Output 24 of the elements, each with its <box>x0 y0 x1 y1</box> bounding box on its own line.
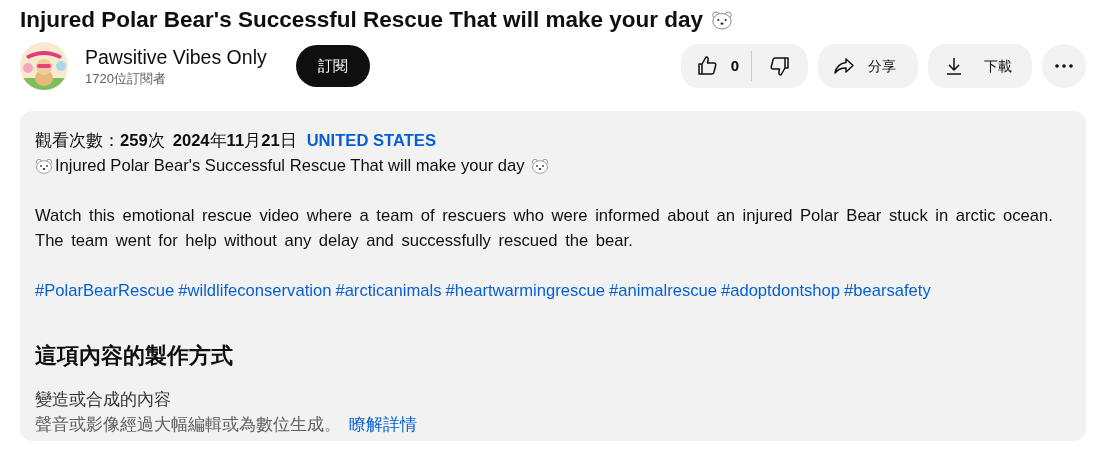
subscribe-button[interactable]: 訂閱 <box>295 45 370 87</box>
upload-date: 2024年11月21日 <box>172 130 297 152</box>
view-count: 觀看次數：259次 <box>35 130 165 152</box>
content-label: 變造或合成的內容 <box>35 389 172 412</box>
like-button[interactable]: 0 <box>680 44 751 88</box>
learn-more-link[interactable]: 瞭解詳情 <box>349 412 417 438</box>
hashtag-link[interactable]: #animalrescue <box>609 278 717 303</box>
description-paragraph: Watch this emotional rescue video where a team of rescuers who were informed about an injured Polar Bear stuck in arctic ocean. The team went for help without any delay and successfully rescued the bear. <box>35 205 1054 252</box>
hashtag-link[interactable]: #wildlifeconservation <box>178 278 332 303</box>
hashtag-link[interactable]: #bearsafety <box>844 278 931 303</box>
hashtag-link[interactable]: #PolarBearRescue <box>35 278 175 303</box>
location-link[interactable]: UNITED STATES <box>306 128 436 153</box>
download-button[interactable]: 下載 <box>928 44 1032 88</box>
section-heading: 這項內容的製作方式 <box>35 343 234 370</box>
share-button[interactable]: 分享 <box>818 44 918 88</box>
description-headline: Injured Polar Bear's Successful Rescue That will make your day <box>55 155 525 177</box>
subscriber-count: 1720位訂閱者 <box>85 70 167 88</box>
video-title: Injured Polar Bear's Successful Rescue That will make your day <box>20 6 704 34</box>
disclosure-text: 聲音或影像經過大幅編輯或為數位生成。 <box>35 414 341 437</box>
hashtag-link[interactable]: #adoptdontshop <box>720 278 840 303</box>
hashtag-link[interactable]: #heartwarmingrescue <box>445 278 606 303</box>
hashtag-link[interactable]: #arcticanimals <box>335 278 442 303</box>
thumbs-down-icon <box>768 54 792 78</box>
channel-name[interactable]: Pawsitive Vibes Only <box>85 44 267 70</box>
